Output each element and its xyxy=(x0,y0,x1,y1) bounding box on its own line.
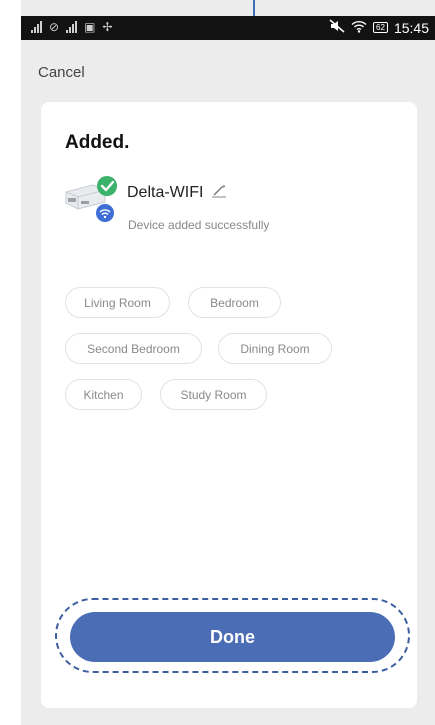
status-right-icons: 62 15:45 xyxy=(329,19,429,36)
mute-icon xyxy=(329,19,345,36)
image-icon: ▣ xyxy=(84,20,96,34)
status-left-icons: ⊘ ▣ ✢ xyxy=(31,20,112,34)
room-chip-living-room[interactable]: Living Room xyxy=(65,287,170,318)
signal-icon xyxy=(66,21,78,33)
clock-time: 15:45 xyxy=(393,19,429,36)
room-chip-bedroom[interactable]: Bedroom xyxy=(188,287,281,318)
device-name: Delta-WIFI xyxy=(127,183,204,201)
top-accent-line xyxy=(253,0,255,16)
phone-screen: ⊘ ▣ ✢ 62 15:45 Cancel Added. Delta-WIFI … xyxy=(21,0,435,725)
done-button[interactable]: Done xyxy=(70,612,395,662)
room-chip-study-room[interactable]: Study Room xyxy=(160,379,267,410)
wifi-icon xyxy=(351,20,367,36)
status-bar: ⊘ ▣ ✢ 62 15:45 xyxy=(21,16,435,40)
wifi-badge-icon xyxy=(96,204,114,222)
room-chip-dining-room[interactable]: Dining Room xyxy=(218,333,332,364)
device-name-row: Delta-WIFI xyxy=(127,182,227,203)
room-chip-kitchen[interactable]: Kitchen xyxy=(65,379,142,410)
edit-pencil-icon[interactable] xyxy=(211,182,227,203)
no-sim-icon: ⊘ xyxy=(49,20,60,34)
check-badge-icon xyxy=(97,176,117,196)
cancel-button[interactable]: Cancel xyxy=(38,64,85,81)
device-image xyxy=(63,174,119,224)
added-card: Added. Delta-WIFI Device added successfu… xyxy=(41,102,417,708)
signal-icon xyxy=(31,21,42,33)
page-title: Added. xyxy=(65,132,130,153)
device-status-text: Device added successfully xyxy=(128,218,270,232)
battery-icon: 62 xyxy=(373,22,388,33)
fan-icon: ✢ xyxy=(102,20,113,34)
room-chip-second-bedroom[interactable]: Second Bedroom xyxy=(65,333,202,364)
